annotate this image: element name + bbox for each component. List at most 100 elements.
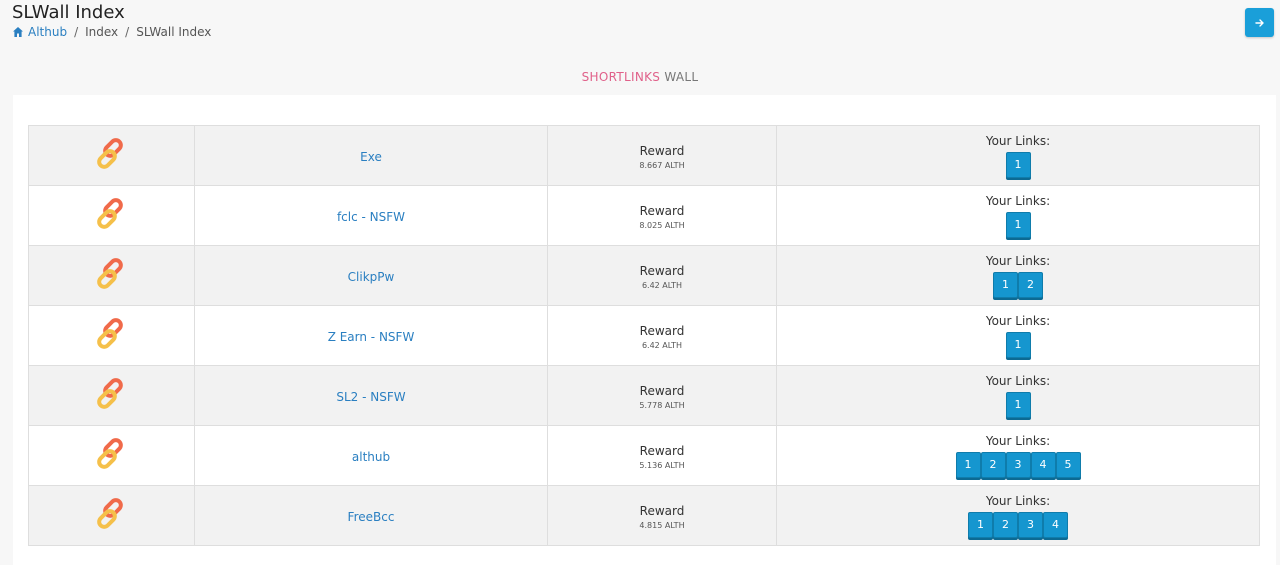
breadcrumb-home-label: Althub — [28, 25, 68, 39]
reward-amount: 6.42 ALTH — [641, 340, 683, 350]
section-title: SHORTLINKS WALL — [0, 70, 1280, 84]
chain-link-icon — [96, 437, 123, 469]
reward-label: Reward — [639, 323, 685, 338]
name-cell: althub — [194, 425, 548, 486]
links-cell: Your Links: 12345 — [776, 425, 1260, 486]
chain-link-icon — [96, 137, 123, 169]
reward-amount: 8.667 ALTH — [639, 160, 685, 170]
shortlink-name-link[interactable]: FreeBcc — [348, 510, 395, 524]
link-number-button[interactable]: 3 — [1005, 451, 1031, 478]
link-number-button[interactable]: 2 — [993, 511, 1018, 538]
link-buttons: 1234 — [968, 511, 1068, 538]
section-title-accent: SHORTLINKS — [581, 70, 661, 84]
links-cell: Your Links: 1 — [776, 125, 1260, 186]
table-row: SL2 - NSFW Reward 5.778 ALTH Your Links:… — [28, 365, 1260, 426]
links-cell: Your Links: 1234 — [776, 485, 1260, 546]
reward-amount: 5.136 ALTH — [639, 460, 685, 470]
reward-cell: Reward 5.136 ALTH — [547, 425, 777, 486]
breadcrumb: Althub / Index / SLWall Index — [12, 25, 211, 39]
reward-label: Reward — [639, 503, 685, 518]
name-cell: ClikpPw — [194, 245, 548, 306]
shortlink-name-link[interactable]: SL2 - NSFW — [336, 390, 405, 404]
link-number-button[interactable]: 1 — [1005, 331, 1031, 358]
link-number-button[interactable]: 2 — [980, 451, 1006, 478]
reward-label: Reward — [639, 203, 685, 218]
forward-button[interactable] — [1245, 8, 1274, 37]
shortlink-name-link[interactable]: fclc - NSFW — [337, 210, 405, 224]
icon-cell — [28, 185, 195, 246]
reward-cell: Reward 5.778 ALTH — [547, 365, 777, 426]
section-title-rest: WALL — [664, 70, 699, 84]
reward-cell: Reward 8.667 ALTH — [547, 125, 777, 186]
links-cell: Your Links: 1 — [776, 305, 1260, 366]
reward-amount: 5.778 ALTH — [639, 400, 685, 410]
reward-cell: Reward 6.42 ALTH — [547, 305, 777, 366]
breadcrumb-separator: / — [74, 25, 79, 39]
your-links-label: Your Links: — [985, 433, 1051, 448]
link-number-button[interactable]: 1 — [968, 511, 993, 538]
page-title: SLWall Index — [12, 2, 125, 23]
reward-label: Reward — [639, 143, 685, 158]
table-row: Z Earn - NSFW Reward 6.42 ALTH Your Link… — [28, 305, 1260, 366]
link-buttons: 1 — [1005, 331, 1031, 358]
links-cell: Your Links: 12 — [776, 245, 1260, 306]
chain-link-icon — [96, 317, 123, 349]
link-number-button[interactable]: 4 — [1030, 451, 1056, 478]
your-links-label: Your Links: — [985, 133, 1051, 148]
link-buttons: 12345 — [955, 451, 1081, 478]
breadcrumb-home-link[interactable]: Althub — [12, 25, 67, 39]
shortlink-name-link[interactable]: ClikpPw — [348, 270, 395, 284]
links-cell: Your Links: 1 — [776, 365, 1260, 426]
breadcrumb-index[interactable]: Index — [85, 25, 118, 39]
home-icon — [13, 27, 23, 37]
shortlink-name-link[interactable]: Exe — [360, 150, 382, 164]
name-cell: Z Earn - NSFW — [194, 305, 548, 366]
shortlink-name-link[interactable]: Z Earn - NSFW — [328, 330, 415, 344]
table-row: fclc - NSFW Reward 8.025 ALTH Your Links… — [28, 185, 1260, 246]
your-links-label: Your Links: — [985, 313, 1051, 328]
table-row: Exe Reward 8.667 ALTH Your Links: 1 — [28, 125, 1260, 186]
table-row: FreeBcc Reward 4.815 ALTH Your Links: 12… — [28, 485, 1260, 546]
chain-link-icon — [96, 257, 123, 289]
reward-amount: 6.42 ALTH — [641, 280, 683, 290]
link-number-button[interactable]: 1 — [993, 271, 1018, 298]
name-cell: FreeBcc — [194, 485, 548, 546]
link-buttons: 12 — [993, 271, 1043, 298]
icon-cell — [28, 485, 195, 546]
reward-amount: 8.025 ALTH — [639, 220, 685, 230]
table-row: ClikpPw Reward 6.42 ALTH Your Links: 12 — [28, 245, 1260, 306]
link-number-button[interactable]: 2 — [1018, 271, 1043, 298]
chain-link-icon — [96, 377, 123, 409]
link-buttons: 1 — [1005, 151, 1031, 178]
link-number-button[interactable]: 4 — [1043, 511, 1068, 538]
reward-label: Reward — [639, 263, 685, 278]
shortlink-name-link[interactable]: althub — [352, 450, 390, 464]
link-number-button[interactable]: 5 — [1055, 451, 1081, 478]
icon-cell — [28, 305, 195, 366]
reward-label: Reward — [639, 383, 685, 398]
chain-link-icon — [96, 497, 123, 529]
shortlinks-card: Exe Reward 8.667 ALTH Your Links: 1 fclc… — [13, 95, 1276, 565]
link-buttons: 1 — [1005, 211, 1031, 238]
link-number-button[interactable]: 1 — [1005, 391, 1031, 418]
link-number-button[interactable]: 1 — [955, 451, 981, 478]
your-links-label: Your Links: — [985, 253, 1051, 268]
icon-cell — [28, 245, 195, 306]
links-cell: Your Links: 1 — [776, 185, 1260, 246]
icon-cell — [28, 125, 195, 186]
link-number-button[interactable]: 1 — [1005, 151, 1031, 178]
shortlinks-table: Exe Reward 8.667 ALTH Your Links: 1 fclc… — [28, 125, 1260, 546]
reward-cell: Reward 4.815 ALTH — [547, 485, 777, 546]
name-cell: fclc - NSFW — [194, 185, 548, 246]
name-cell: SL2 - NSFW — [194, 365, 548, 426]
link-number-button[interactable]: 1 — [1005, 211, 1031, 238]
reward-cell: Reward 6.42 ALTH — [547, 245, 777, 306]
chain-link-icon — [96, 197, 123, 229]
breadcrumb-separator: / — [125, 25, 130, 39]
table-row: althub Reward 5.136 ALTH Your Links: 123… — [28, 425, 1260, 486]
breadcrumb-current: SLWall Index — [136, 25, 212, 39]
reward-label: Reward — [639, 443, 685, 458]
arrow-right-icon — [1254, 18, 1264, 27]
link-number-button[interactable]: 3 — [1018, 511, 1043, 538]
icon-cell — [28, 425, 195, 486]
